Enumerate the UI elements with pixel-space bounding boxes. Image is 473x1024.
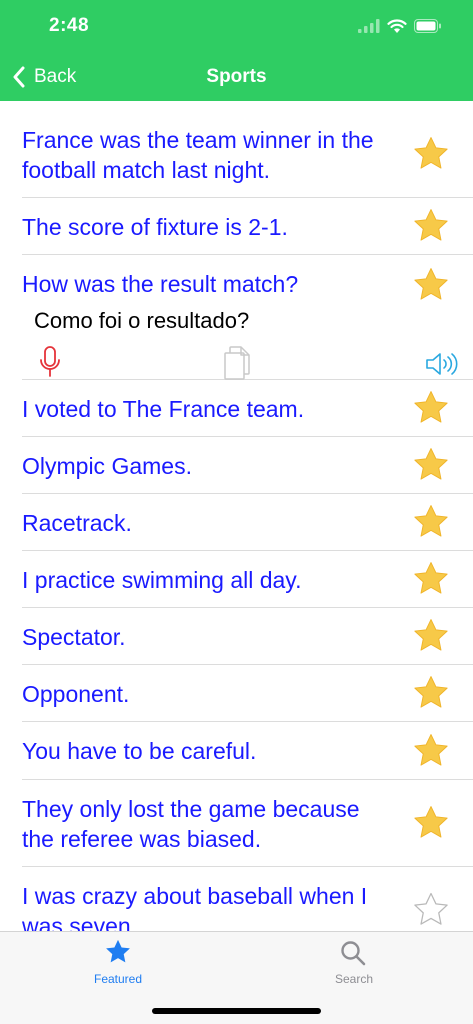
favorite-star-icon[interactable] bbox=[412, 207, 450, 245]
favorite-star-icon[interactable] bbox=[412, 135, 450, 173]
status-icons bbox=[358, 16, 442, 36]
list-item[interactable]: Opponent. bbox=[22, 665, 473, 722]
battery-icon bbox=[414, 19, 441, 33]
sentence-text: I was crazy about baseball when Iwas sev… bbox=[22, 883, 368, 931]
sentence-text: Racetrack. bbox=[22, 510, 132, 536]
favorite-star-outline-icon[interactable] bbox=[412, 891, 450, 929]
tab-search[interactable]: Search bbox=[294, 932, 414, 992]
page-title: Sports bbox=[206, 66, 267, 87]
list-item[interactable]: They only lost the game because the refer… bbox=[22, 780, 473, 867]
list-item[interactable]: France was the team winner in the footbal… bbox=[22, 111, 473, 198]
tab-label: Search bbox=[334, 972, 374, 986]
list-item[interactable]: The score of fixture is 2-1. bbox=[22, 198, 473, 255]
favorite-star-icon[interactable] bbox=[412, 617, 450, 655]
sentence-text: I voted to The France team. bbox=[22, 396, 305, 422]
sentence-list[interactable]: France was the team winner in the footbal… bbox=[0, 111, 473, 931]
status-time: 2:48 bbox=[49, 15, 90, 36]
list-item[interactable]: I voted to The France team. bbox=[22, 380, 473, 437]
list-item[interactable]: Olympic Games. bbox=[22, 437, 473, 494]
sentence-text: Spectator. bbox=[22, 624, 126, 650]
speaker-icon[interactable] bbox=[425, 351, 461, 377]
copy-icon[interactable] bbox=[220, 345, 252, 381]
favorite-star-icon[interactable] bbox=[412, 446, 450, 484]
wifi-icon bbox=[387, 18, 407, 33]
sentence-text: France was the team winner in the footbal… bbox=[22, 127, 374, 183]
favorite-star-icon[interactable] bbox=[412, 560, 450, 598]
tab-label: Featured bbox=[93, 972, 143, 986]
sentence-text: Opponent. bbox=[22, 681, 130, 707]
list-item[interactable]: You have to be careful. bbox=[22, 722, 473, 780]
favorite-star-icon[interactable] bbox=[412, 674, 450, 712]
list-item[interactable]: Racetrack. bbox=[22, 494, 473, 551]
search-icon bbox=[341, 941, 366, 966]
star-icon bbox=[106, 939, 130, 963]
favorite-star-icon[interactable] bbox=[412, 503, 450, 541]
sentence-text: I practice swimming all day. bbox=[22, 567, 302, 593]
list-item[interactable]: Spectator. bbox=[22, 608, 473, 665]
sentence-text: They only lost the game because the refer… bbox=[22, 796, 360, 852]
tab-featured[interactable]: Featured bbox=[58, 932, 178, 992]
favorite-star-icon[interactable] bbox=[412, 389, 450, 427]
list-item[interactable]: I was crazy about baseball when Iwas sev… bbox=[22, 867, 473, 931]
home-indicator bbox=[152, 1008, 321, 1014]
navigation-header: 2:48 Back Sports bbox=[0, 0, 473, 101]
list-item[interactable]: I practice swimming all day. bbox=[22, 551, 473, 608]
list-item-expanded[interactable]: How was the result match? Como foi o res… bbox=[22, 255, 473, 380]
signal-icon bbox=[358, 19, 380, 33]
favorite-star-icon[interactable] bbox=[412, 266, 450, 304]
microphone-icon[interactable] bbox=[38, 345, 62, 379]
sentence-text: How was the result match? bbox=[22, 271, 299, 297]
favorite-star-icon[interactable] bbox=[412, 804, 450, 842]
sentence-text: Olympic Games. bbox=[22, 453, 192, 479]
sentence-text: The score of fixture is 2-1. bbox=[22, 214, 288, 240]
sentence-text: You have to be careful. bbox=[22, 738, 257, 764]
translation-text: Como foi o resultado? bbox=[34, 308, 250, 333]
favorite-star-icon[interactable] bbox=[412, 732, 450, 770]
